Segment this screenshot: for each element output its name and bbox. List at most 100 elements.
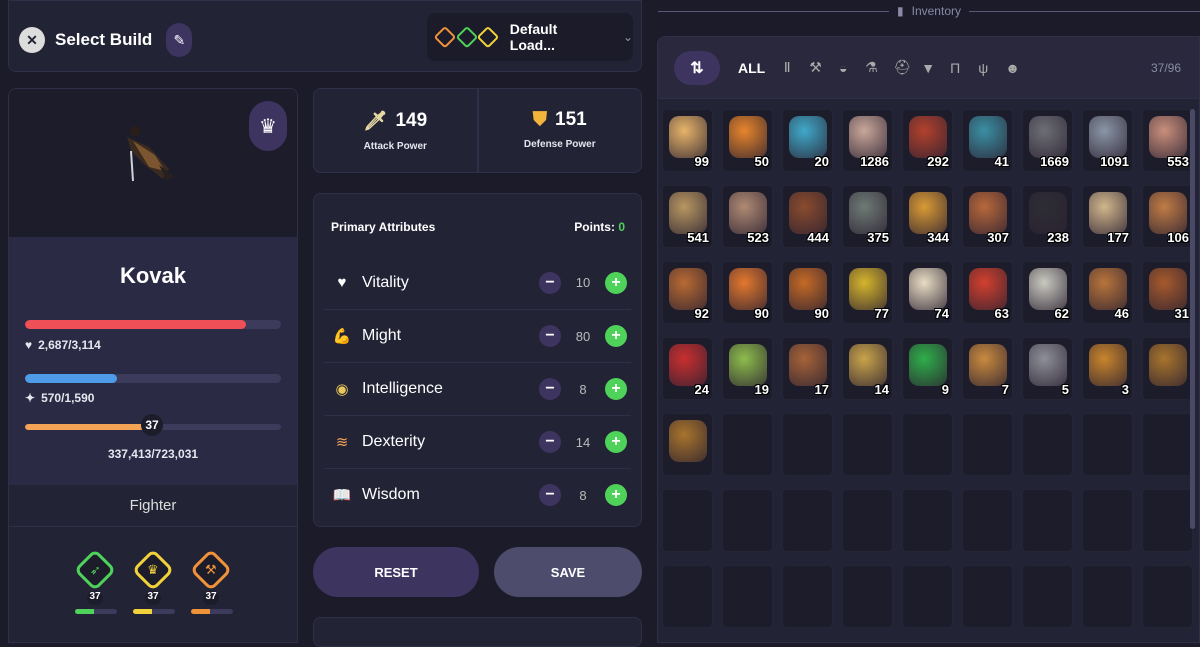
inventory-slot[interactable] [782,565,833,628]
select-build[interactable]: ✕ Select Build ✎ [19,23,193,57]
inventory-slot[interactable] [1022,489,1073,552]
inventory-slot[interactable]: 74 [902,261,953,324]
inventory-slot[interactable]: 1669 [1022,109,1073,172]
increase-button[interactable]: + [605,271,627,294]
edit-build-button[interactable]: ✎ [166,23,193,57]
inventory-slot[interactable] [1082,413,1133,476]
inventory-slot[interactable]: 5 [1022,337,1073,400]
inventory-slot[interactable] [782,413,833,476]
sort-button[interactable]: ⇅ [674,50,720,85]
inventory-slot[interactable] [782,489,833,552]
inventory-slot[interactable]: 63 [962,261,1013,324]
inventory-slot[interactable]: 99 [662,109,713,172]
class-icon[interactable]: ♛ 37 [131,548,175,614]
inventory-slot[interactable] [1142,565,1193,628]
inventory-slot[interactable] [842,565,893,628]
inventory-slot[interactable] [1022,565,1073,628]
decrease-button[interactable]: − [539,431,561,453]
inventory-slot[interactable]: 553 [1142,109,1193,172]
save-button[interactable]: SAVE [494,547,642,597]
inventory-slot[interactable]: 3 [1082,337,1133,400]
inventory-slot[interactable]: 46 [1082,261,1133,324]
inventory-slot[interactable] [902,489,953,552]
increase-button[interactable]: + [605,431,627,453]
inventory-slot[interactable]: 444 [782,185,833,248]
inventory-slot[interactable] [962,413,1013,476]
inventory-slot[interactable]: 9 [902,337,953,400]
character-name: Kovak [119,263,187,288]
inventory-scrollbar[interactable] [1190,109,1195,529]
item-quantity: 63 [994,306,1009,321]
inventory-slot[interactable]: 90 [782,261,833,324]
filter-mask-icon[interactable]: ☻ [1005,60,1020,76]
inventory-slot[interactable]: 24 [662,337,713,400]
inventory-slot[interactable] [842,413,893,476]
inventory-slot[interactable]: 1286 [842,109,893,172]
loadout-dropdown[interactable]: Default Load... ⌄ [427,13,633,61]
filter-utensils-icon[interactable]: ψ [977,60,989,76]
increase-button[interactable]: + [605,325,627,347]
filter-anvil-icon[interactable]: ⚒ [809,59,822,76]
shield-icon: ⛊ [532,109,548,130]
decrease-button[interactable]: − [539,325,561,347]
inventory-slot[interactable] [1142,489,1193,552]
inventory-slot[interactable]: 77 [842,261,893,324]
inventory-slot[interactable]: 19 [722,337,773,400]
inventory-slot[interactable] [1022,413,1073,476]
inventory-slot[interactable] [1082,565,1133,628]
inventory-slot[interactable]: 523 [722,185,773,248]
item-icon [669,192,707,234]
inventory-slot[interactable]: 177 [1082,185,1133,248]
inventory-slot[interactable] [662,413,713,476]
increase-button[interactable]: + [605,378,627,400]
inventory-slot[interactable]: 238 [1022,185,1073,248]
inventory-slot[interactable] [662,565,713,628]
inventory-slot[interactable]: 62 [1022,261,1073,324]
inventory-slot[interactable]: 375 [842,185,893,248]
filter-potion-icon[interactable]: ⚗ [865,59,878,76]
inventory-slot[interactable] [902,565,953,628]
inventory-slot[interactable] [902,413,953,476]
crown-button[interactable]: ♛ [249,101,287,151]
inventory-slot[interactable]: 307 [962,185,1013,248]
filter-armor-icon[interactable]: ▼ [921,60,935,76]
inventory-slot[interactable]: 292 [902,109,953,172]
decrease-button[interactable]: − [539,484,561,506]
inventory-slot[interactable] [1082,489,1133,552]
inventory-slot[interactable]: 14 [842,337,893,400]
item-icon [969,116,1007,158]
inventory-slot[interactable] [722,413,773,476]
decrease-button[interactable]: − [539,271,561,294]
inventory-slot[interactable]: 92 [662,261,713,324]
inventory-slot[interactable] [962,489,1013,552]
class-icon[interactable]: ⚒ 37 [189,548,233,614]
inventory-slot[interactable] [662,489,713,552]
filter-all[interactable]: ALL [738,60,765,76]
inventory-slot[interactable]: 31 [1142,261,1193,324]
inventory-slot[interactable]: 7 [962,337,1013,400]
inventory-slot[interactable] [1142,337,1193,400]
inventory-slot[interactable] [962,565,1013,628]
class-icon[interactable]: ➶ 37 [73,548,117,614]
inventory-slot[interactable]: 541 [662,185,713,248]
filter-helmet-icon[interactable]: ⛑ [893,59,911,76]
inventory-slot[interactable]: 41 [962,109,1013,172]
inventory-slot[interactable]: 17 [782,337,833,400]
filter-bowl-icon[interactable]: ◒ [837,60,849,76]
close-icon[interactable]: ✕ [19,27,45,53]
inventory-slot[interactable]: 20 [782,109,833,172]
decrease-button[interactable]: − [539,378,561,400]
inventory-slot[interactable]: 50 [722,109,773,172]
filter-leggings-icon[interactable]: Π [949,60,961,76]
inventory-slot[interactable]: 90 [722,261,773,324]
increase-button[interactable]: + [605,484,627,506]
filter-pillar-icon[interactable]: Ⅱ [781,59,793,76]
inventory-slot[interactable]: 344 [902,185,953,248]
inventory-slot[interactable] [842,489,893,552]
inventory-slot[interactable] [722,489,773,552]
inventory-slot[interactable]: 106 [1142,185,1193,248]
inventory-slot[interactable] [1142,413,1193,476]
reset-button[interactable]: RESET [313,547,479,597]
inventory-slot[interactable]: 1091 [1082,109,1133,172]
inventory-slot[interactable] [722,565,773,628]
